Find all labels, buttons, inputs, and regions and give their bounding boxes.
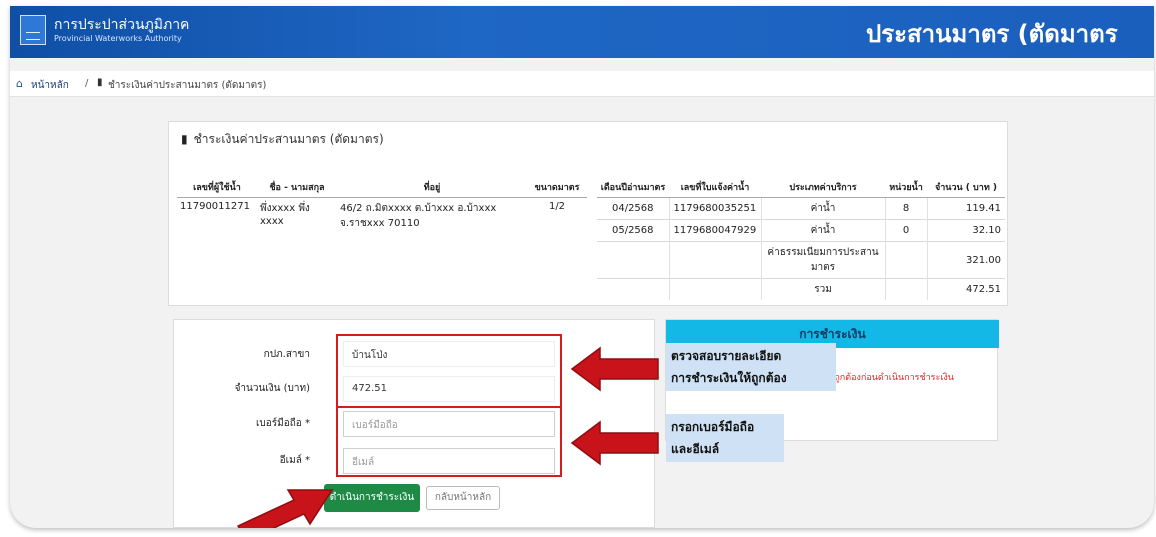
table-cell <box>597 278 669 300</box>
col-header: ชื่อ - นามสกุล <box>257 177 337 198</box>
table-cell: ค่าธรรมเนียมการประสานมาตร <box>760 241 885 279</box>
table-cell: 8 <box>884 197 927 220</box>
col-header: เลขที่ผู้ใช้น้ำ <box>177 177 257 198</box>
table-row: 04/2568 1179680035251 ค่าน้ำ 8 119.41 <box>597 197 1005 220</box>
col-header: หน่วยน้ำ <box>885 177 927 198</box>
table-cell: 119.41 <box>926 197 1005 220</box>
breadcrumb-separator: / <box>85 78 89 89</box>
file-icon: ▮ <box>181 132 188 146</box>
table-cell <box>668 278 761 300</box>
table-cell: 1/2 <box>548 201 566 212</box>
back-home-button[interactable]: กลับหน้าหลัก <box>426 486 500 510</box>
callout-contact-line2: และอีเมล์ <box>671 442 720 456</box>
top-header: การประปาส่วนภูมิภาค Provincial Waterwork… <box>10 6 1154 58</box>
callout-contact-line1: กรอกเบอร์มือถือ <box>671 420 755 434</box>
file-icon: ▮ <box>97 77 103 88</box>
browser-window: การประปาส่วนภูมิภาค Provincial Waterwork… <box>10 6 1154 528</box>
breadcrumb: ⌂ หน้าหลัก / ▮ ชำระเงินค่าประสานมาตร (ตั… <box>10 71 1154 97</box>
amount-label: จำนวนเงิน (บาท) <box>234 383 310 394</box>
screenshot-frame: การประปาส่วนภูมิภาค Provincial Waterwork… <box>0 0 1156 537</box>
table-cell: 04/2568 <box>597 197 669 220</box>
table-cell <box>884 278 927 300</box>
phone-label: เบอร์มือถือ * <box>256 418 310 429</box>
arrow-left-icon <box>570 346 659 392</box>
table-cell: 46/2 ถ.มิตxxxx ต.บ้าxxx อ.บ้าxxx จ.ราชxx… <box>340 203 497 229</box>
charges-table: เดือนปีอ่านมาตร เลขที่ใบแจ้งค่าน้ำ ประเภ… <box>597 177 1005 300</box>
customer-table: เลขที่ผู้ใช้น้ำ ชื่อ - นามสกุล ที่อยู่ ข… <box>177 177 587 234</box>
callout-contact: กรอกเบอร์มือถือ และอีเมล์ <box>666 414 784 462</box>
arrow-up-right-icon <box>236 489 334 528</box>
table-cell: 05/2568 <box>597 219 669 242</box>
table-cell <box>668 241 761 279</box>
table-cell: รวม <box>760 278 885 300</box>
callout-verify: ตรวจสอบรายละเอียด การชำระเงินให้ถูกต้อง <box>666 343 836 391</box>
col-header: เลขที่ใบแจ้งค่าน้ำ <box>669 177 761 198</box>
table-cell: ค่าน้ำ <box>760 197 885 220</box>
table-cell: 0 <box>884 219 927 242</box>
breadcrumb-home-link[interactable]: หน้าหลัก <box>31 78 69 93</box>
callout-verify-line2: การชำระเงินให้ถูกต้อง <box>671 371 787 385</box>
branch-label: กปภ.สาขา <box>263 349 310 360</box>
bill-card-title: ▮ ชำระเงินค่าประสานมาตร (ตัดมาตร) <box>181 130 384 149</box>
table-cell: 1179680047929 <box>668 219 761 242</box>
bill-details-card: ▮ ชำระเงินค่าประสานมาตร (ตัดมาตร) เลขที่ผ… <box>168 121 1008 306</box>
bill-card-title-text: ชำระเงินค่าประสานมาตร (ตัดมาตร) <box>193 132 384 146</box>
col-header: ประเภทค่าบริการ <box>761 177 885 198</box>
pay-button[interactable]: ดำเนินการชำระเงิน <box>324 484 420 512</box>
email-label: อีเมล์ * <box>279 455 310 466</box>
col-header: ขนาดมาตร <box>527 177 587 198</box>
col-header: จำนวน ( บาท ) <box>927 177 1005 198</box>
table-cell <box>884 241 927 279</box>
page-title: ประสานมาตร (ตัดมาตร <box>866 20 1118 48</box>
table-row: รวม 472.51 <box>597 278 1005 300</box>
table-cell <box>597 241 669 279</box>
table-cell: 1179680035251 <box>668 197 761 220</box>
table-cell: 321.00 <box>926 241 1005 279</box>
table-cell: ค่าน้ำ <box>760 219 885 242</box>
pwa-logo <box>20 15 46 45</box>
org-name-en: Provincial Waterworks Authority <box>54 34 182 43</box>
table-row: 05/2568 1179680047929 ค่าน้ำ 0 32.10 <box>597 219 1005 242</box>
table-row: 11790011271 พึ่งxxxx พึ่ง xxxx 46/2 ถ.มิ… <box>177 198 587 235</box>
breadcrumb-current: ชำระเงินค่าประสานมาตร (ตัดมาตร) <box>108 80 267 91</box>
payment-warning: ให้ถูกต้องก่อนดำเนินการชำระเงิน <box>824 373 954 383</box>
table-row: ค่าธรรมเนียมการประสานมาตร 321.00 <box>597 241 1005 279</box>
org-name-th: การประปาส่วนภูมิภาค <box>54 17 190 33</box>
col-header: เดือนปีอ่านมาตร <box>597 177 669 198</box>
arrow-left-icon <box>570 420 659 466</box>
table-cell: 11790011271 <box>180 201 250 212</box>
callout-verify-line1: ตรวจสอบรายละเอียด <box>671 349 782 363</box>
table-cell: 472.51 <box>926 278 1005 300</box>
highlight-contact-fields <box>336 406 562 477</box>
highlight-payment-details <box>336 334 562 408</box>
col-header: ที่อยู่ <box>337 177 527 198</box>
home-icon[interactable]: ⌂ <box>16 78 28 89</box>
table-cell: 32.10 <box>926 219 1005 242</box>
table-cell: พึ่งxxxx พึ่ง xxxx <box>260 203 310 227</box>
